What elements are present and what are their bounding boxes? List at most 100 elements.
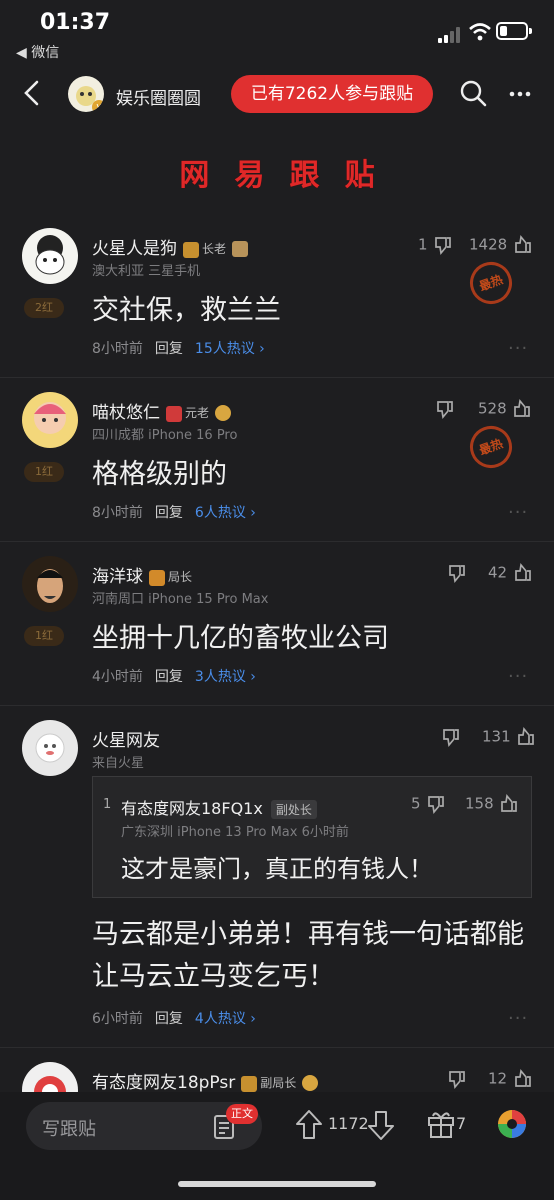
reply-button[interactable]: 回复 [155, 505, 183, 521]
upvote-arrow-icon[interactable] [294, 1108, 324, 1142]
downvote-button[interactable] [446, 562, 468, 584]
comment-body: 马云都是小弟弟！再有钱一句话都能让马云立马变乞丐！ [92, 919, 524, 992]
downvote-arrow-icon[interactable] [366, 1108, 396, 1142]
home-indicator [178, 1181, 376, 1187]
write-comment-placeholder: 写跟贴 [42, 1119, 96, 1140]
comment-body: 格格级别的 [92, 459, 227, 490]
username[interactable]: 火星网友 [92, 726, 160, 751]
comment-time: 6小时前 [92, 1011, 143, 1027]
hot-discussion-link[interactable]: 6人热议 › [195, 505, 256, 521]
thumb-up-icon [515, 1069, 531, 1087]
thumb-down-icon [435, 237, 452, 255]
username[interactable]: 海洋球 局长 [92, 562, 192, 587]
downvote-button[interactable]: 1 [418, 234, 454, 256]
hottest-stamp: 最热 [464, 256, 518, 310]
comment-item: 喵杖悠仁 元老 四川成都 iPhone 16 Pro 1红 格格级别的 8小时前回… [0, 378, 554, 540]
rank-badge: 元老 [166, 404, 209, 422]
back-to-wechat[interactable]: ◀ 微信 [16, 42, 59, 62]
avatar[interactable] [22, 228, 78, 284]
thumb-up-icon [515, 563, 531, 581]
gift-icon[interactable] [426, 1108, 456, 1140]
hot-discussion-link[interactable]: 3人热议 › [195, 669, 256, 685]
comment-time: 4小时前 [92, 669, 143, 685]
user-meta: 澳大利亚 三星手机 [92, 264, 201, 279]
wifi-icon [469, 23, 491, 41]
avatar[interactable] [22, 392, 78, 448]
downvote-button[interactable] [446, 1068, 468, 1090]
quote-body: 这才是豪门，真正的有钱人！ [121, 855, 433, 883]
share-icon[interactable] [496, 1108, 528, 1140]
rank-badge: 副处长 [270, 800, 317, 819]
rank-badge: 局长 [149, 568, 192, 586]
banner-char: 贴 [344, 158, 375, 193]
search-icon[interactable] [458, 78, 488, 108]
upvote-button[interactable]: 528 [478, 398, 533, 420]
clock: 01:37 [40, 10, 111, 35]
quote-index: 1 [103, 797, 112, 812]
red-tag: 1红 [24, 462, 64, 482]
source-name[interactable]: 娱乐圈圈圆 [116, 84, 201, 109]
more-dots-icon[interactable]: ··· [508, 1008, 528, 1029]
avatar[interactable] [22, 1062, 78, 1092]
back-icon[interactable] [18, 78, 48, 108]
quote-meta: 广东深圳 iPhone 13 Pro Max 6小时前 [121, 825, 349, 840]
upvote-button[interactable]: 131 [482, 726, 537, 748]
reply-button[interactable]: 回复 [155, 341, 183, 357]
downvote-button[interactable] [440, 726, 462, 748]
article-badge: 正文 [226, 1104, 258, 1124]
upvote-button[interactable]: 42 [488, 562, 534, 584]
thumb-up-icon [514, 399, 531, 417]
thumb-up-icon [518, 727, 535, 745]
status-bar: 01:37 ◀ 微信 [0, 0, 554, 70]
reply-button[interactable]: 回复 [155, 669, 183, 685]
hot-discussion-link[interactable]: 15人热议 › [195, 341, 265, 357]
avatar[interactable] [22, 556, 78, 612]
user-meta: 河南周口 iPhone 15 Pro Max [92, 592, 269, 607]
rank-badge: 长老 [183, 240, 226, 258]
comment-item: 有态度网友18pPsr 副局长 12 [0, 1048, 554, 1092]
signal-icon [438, 27, 462, 43]
quote-username[interactable]: 有态度网友18FQ1x 副处长 [121, 795, 317, 819]
user-meta: 四川成都 iPhone 16 Pro [92, 428, 238, 443]
hot-discussion-link[interactable]: 4人热议 › [195, 1011, 256, 1027]
banner-char: 易 [234, 158, 265, 193]
username[interactable]: 火星人是狗 长老 [92, 234, 251, 259]
thumb-down-icon [449, 1071, 465, 1089]
comment-footer: 6小时前 回复 4人热议 › [92, 1008, 256, 1028]
more-dots-icon[interactable]: ··· [508, 338, 528, 359]
red-tag: 1红 [24, 626, 64, 646]
quoted-reply[interactable]: 1 有态度网友18FQ1x 副处长 广东深圳 iPhone 13 Pro Max … [92, 776, 532, 898]
thumb-down-icon [443, 729, 459, 747]
upvote-button[interactable]: 1428 [469, 234, 534, 256]
avatar[interactable] [22, 720, 78, 776]
pen-icon [302, 1075, 321, 1091]
medal-icon [215, 405, 234, 421]
top-nav: v 娱乐圈圈圆 已有7262人参与跟贴 [0, 70, 554, 120]
reply-button[interactable]: 回复 [155, 1011, 183, 1027]
gift-count: 7 [456, 1114, 467, 1133]
participants-pill[interactable]: 已有7262人参与跟贴 [231, 75, 433, 113]
comment-item: 海洋球 局长 河南周口 iPhone 15 Pro Max 1红 坐拥十几亿的畜牧… [0, 542, 554, 704]
username[interactable]: 有态度网友18pPsr 副局长 [92, 1068, 321, 1092]
hottest-stamp: 最热 [464, 420, 518, 474]
more-dots-icon[interactable]: ··· [508, 666, 528, 687]
upvote-button[interactable]: 12 [488, 1068, 534, 1090]
thumb-down-icon [449, 565, 465, 583]
book-icon [232, 241, 251, 257]
username[interactable]: 喵杖悠仁 元老 [92, 398, 234, 423]
upvote-button[interactable]: 158 [465, 793, 520, 815]
downvote-button[interactable]: 5 [411, 793, 447, 815]
thumb-up-icon [501, 794, 518, 812]
banner-char: 网 [179, 158, 210, 193]
comment-time: 8小时前 [92, 341, 143, 357]
comment-time: 8小时前 [92, 505, 143, 521]
write-comment-input[interactable]: 写跟贴 正文 [26, 1102, 262, 1150]
rank-badge: 副局长 [241, 1074, 296, 1092]
more-dots-icon[interactable]: ··· [508, 502, 528, 523]
more-icon[interactable] [508, 84, 532, 104]
user-meta: 来自火星 [92, 756, 145, 771]
comment-footer: 8小时前 回复 15人热议 › [92, 338, 265, 358]
source-avatar[interactable]: v [68, 76, 104, 112]
thumb-up-icon [515, 235, 531, 253]
downvote-button[interactable] [434, 398, 456, 420]
